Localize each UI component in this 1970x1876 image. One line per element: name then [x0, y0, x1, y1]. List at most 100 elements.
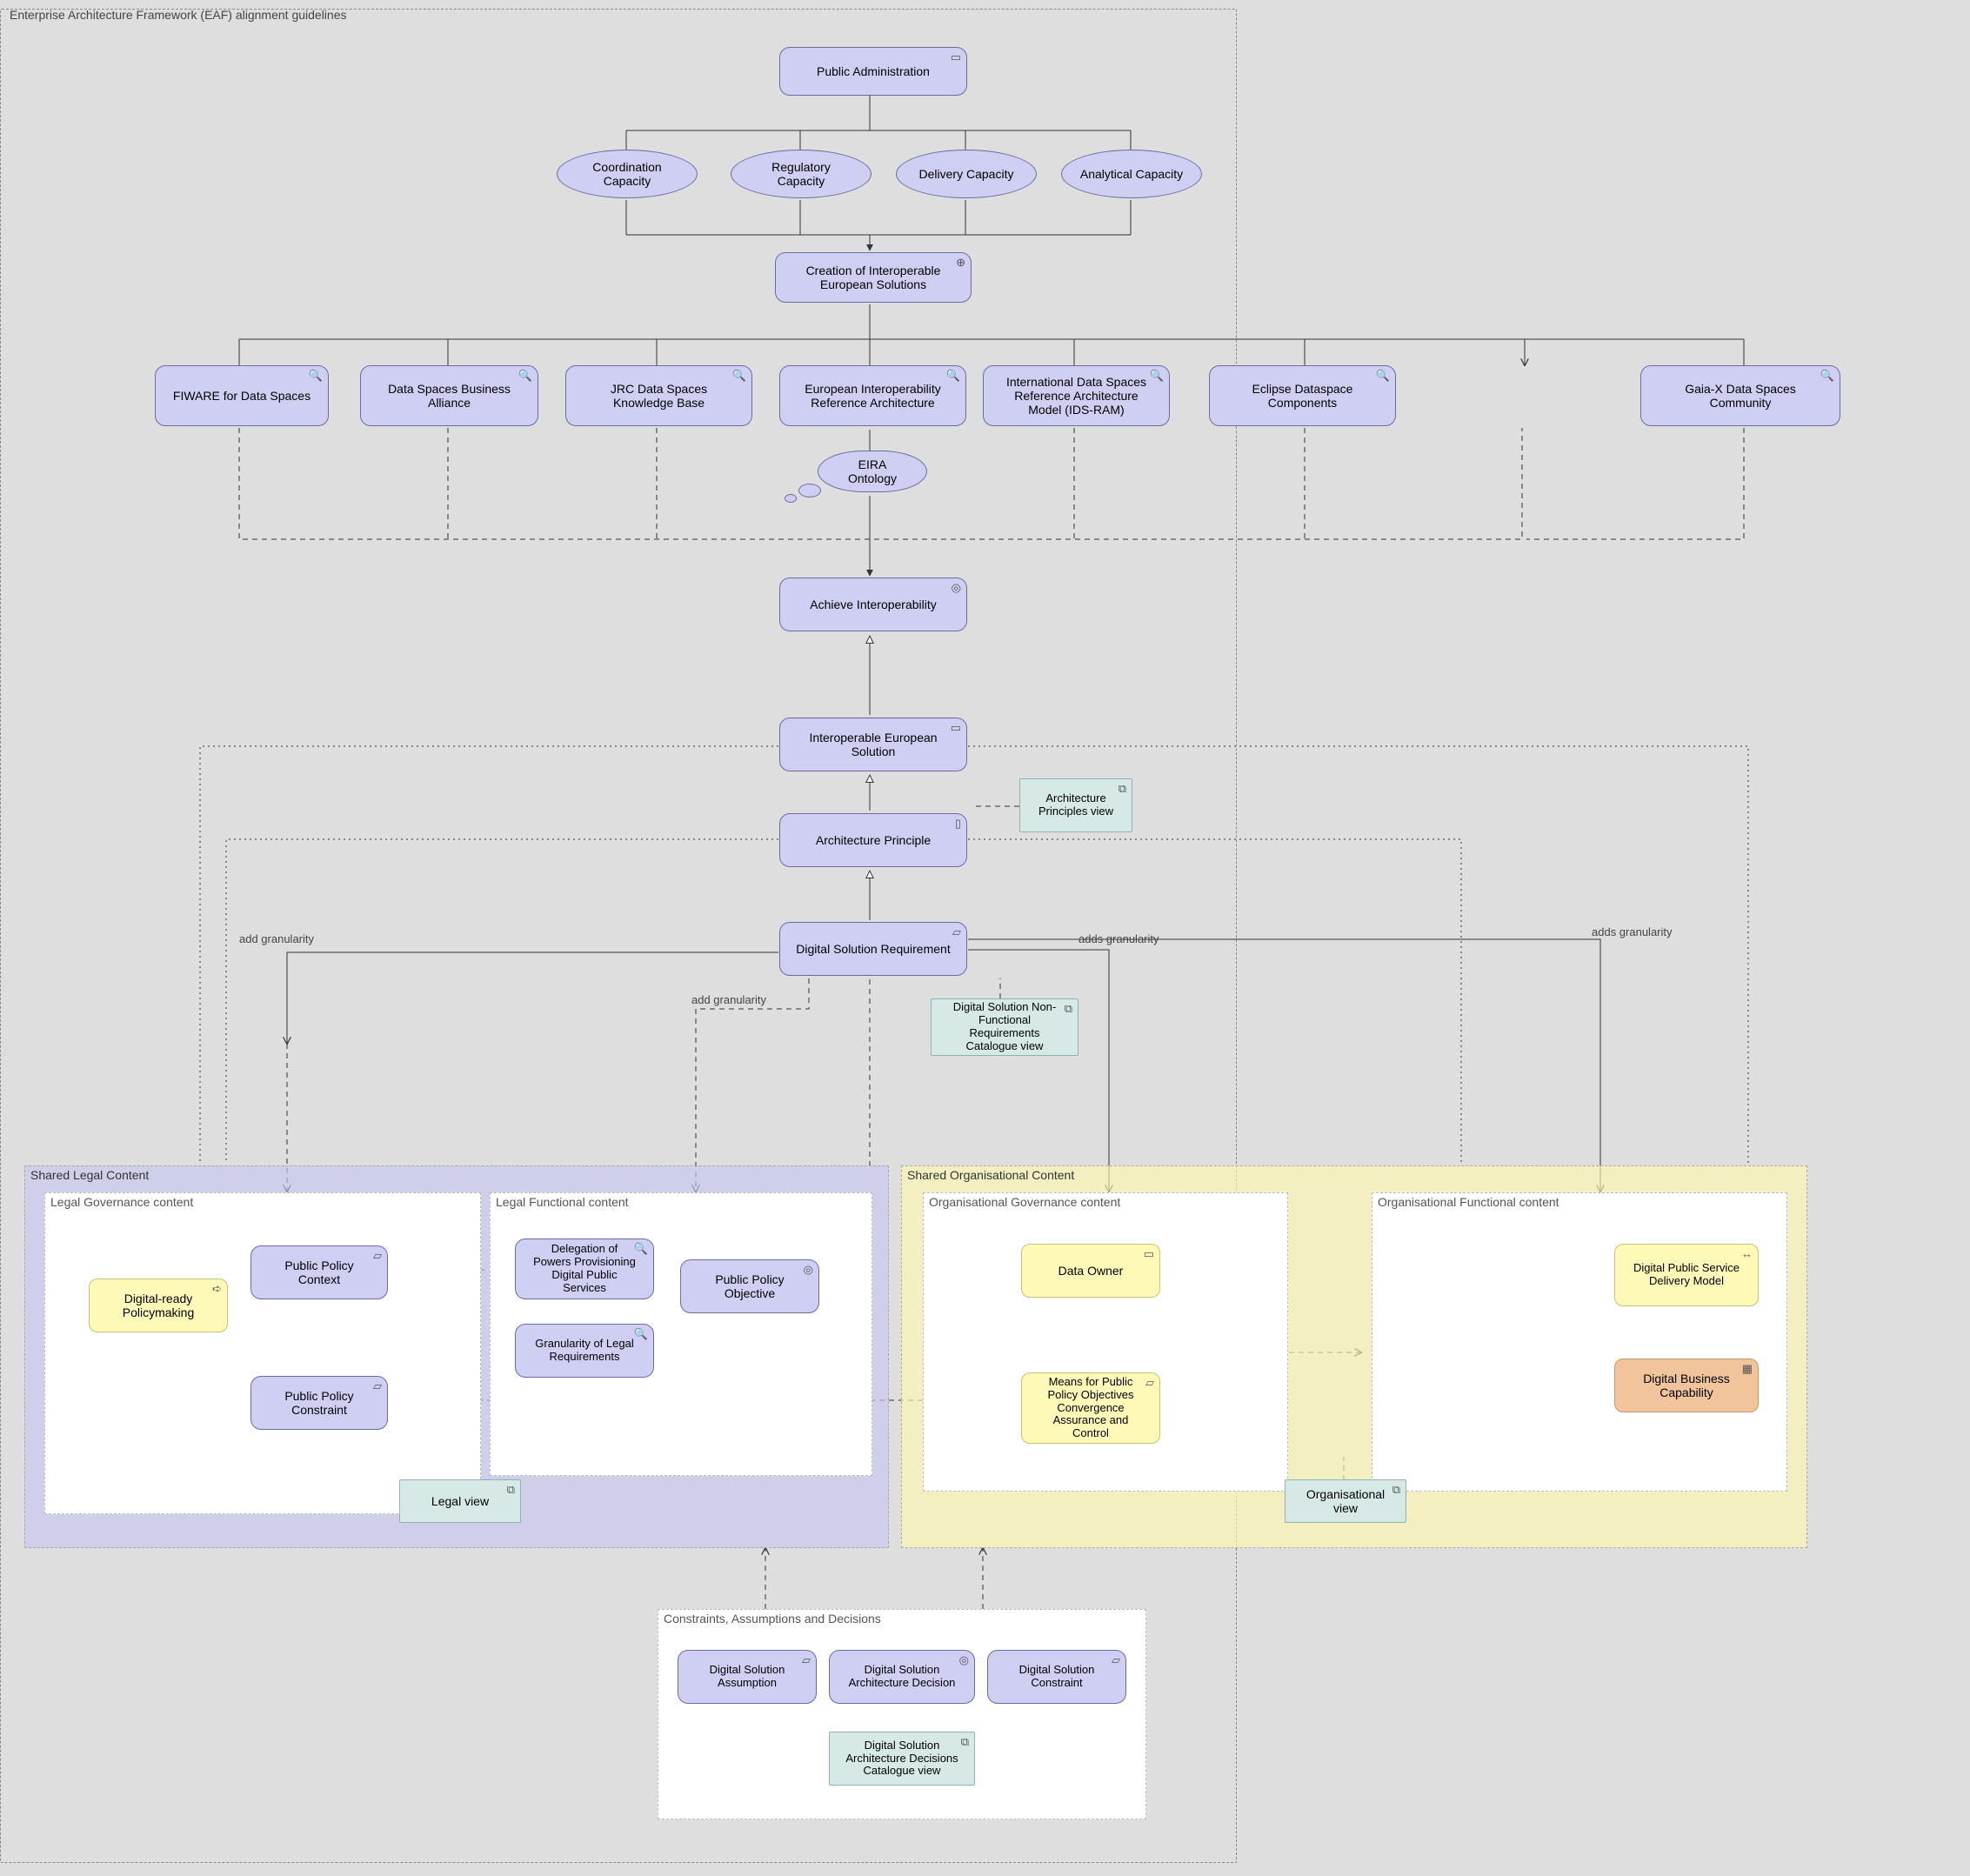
eira-ontology[interactable]: EIRA Ontology: [818, 451, 927, 492]
architecture-principle[interactable]: ▯ Architecture Principle: [779, 813, 967, 867]
data-owner[interactable]: ▭ Data Owner: [1021, 1244, 1160, 1298]
data-owner-label: Data Owner: [1038, 1264, 1144, 1278]
org-functional-panel: Organisational Functional content ↔ Digi…: [1372, 1192, 1787, 1492]
view-icon: ⧉: [961, 1736, 969, 1749]
digital-solution-constraint[interactable]: ▱ Digital Solution Constraint: [987, 1650, 1126, 1704]
doc-icon: ▱: [802, 1654, 811, 1667]
eaf-group: Enterprise Architecture Framework (EAF) …: [0, 9, 1237, 1863]
legal-functional-title: Legal Functional content: [496, 1195, 629, 1209]
diagram-canvas: Enterprise Architecture Framework (EAF) …: [0, 0, 1970, 1876]
achieve-interop[interactable]: ◎ Achieve Interoperability: [779, 577, 967, 631]
means-convergence[interactable]: ▱ Means for Public Policy Objectives Con…: [1021, 1372, 1160, 1444]
decisions-catalogue-view[interactable]: ⧉ Digital Solution Architecture Decision…: [829, 1732, 975, 1786]
goal-icon: ◎: [959, 1654, 969, 1667]
digital-ready-policymaking[interactable]: ➪ Digital-ready Policymaking: [89, 1278, 228, 1332]
search-icon: 🔍: [1820, 370, 1834, 383]
shared-legal-title: Shared Legal Content: [30, 1168, 149, 1182]
doc-icon: ▱: [1112, 1654, 1120, 1667]
digital-business-capability[interactable]: ▦ Digital Business Capability: [1614, 1359, 1759, 1412]
fiware-label: FIWARE for Data Spaces: [171, 389, 312, 403]
analytical-capacity[interactable]: Analytical Capacity: [1061, 150, 1202, 198]
search-icon: 🔍: [634, 1328, 648, 1341]
coordination-capacity-label: Coordination Capacity: [573, 160, 681, 188]
public-policy-constraint[interactable]: ▱ Public Policy Constraint: [250, 1376, 388, 1430]
search-icon: 🔍: [518, 370, 532, 383]
view-icon: ⧉: [1119, 783, 1126, 796]
digital-solution-requirement[interactable]: ▱ Digital Solution Requirement: [779, 922, 967, 976]
composition-icon: ▭: [951, 722, 961, 735]
note-icon: ▯: [955, 818, 961, 831]
eaf-group-label: Enterprise Architecture Framework (EAF) …: [10, 8, 347, 22]
view-icon: ⧉: [507, 1484, 515, 1497]
dsba[interactable]: 🔍 Data Spaces Business Alliance: [360, 365, 538, 426]
search-icon: 🔍: [634, 1243, 648, 1256]
public-policy-objective[interactable]: ◎ Public Policy Objective: [680, 1259, 819, 1313]
edge-label-adds-granularity-1: adds granularity: [1078, 932, 1159, 945]
policymaking-label: Digital-ready Policymaking: [105, 1292, 211, 1319]
jrc[interactable]: 🔍 JRC Data Spaces Knowledge Base: [565, 365, 752, 426]
nfr-catalogue-view[interactable]: ⧉ Digital Solution Non-Functional Requir…: [931, 998, 1078, 1056]
ies[interactable]: ▭ Interoperable European Solution: [779, 718, 967, 771]
ids-ram[interactable]: 🔍 International Data Spaces Reference Ar…: [983, 365, 1170, 426]
search-icon: 🔍: [1376, 370, 1390, 383]
fiware[interactable]: 🔍 FIWARE for Data Spaces: [155, 365, 329, 426]
eira-ref-arch[interactable]: 🔍 European Interoperability Reference Ar…: [779, 365, 966, 426]
creation-ies[interactable]: ⊕ Creation of Interoperable European Sol…: [775, 252, 972, 303]
legal-view[interactable]: ⧉ Legal view: [399, 1479, 521, 1523]
granularity-legal-req[interactable]: 🔍 Granularity of Legal Requirements: [515, 1324, 654, 1378]
org-governance-panel: Organisational Governance content ▭ Data…: [923, 1192, 1288, 1492]
architecture-principle-label: Architecture Principle: [796, 833, 951, 847]
edge-label-add-granularity-2: add granularity: [691, 993, 766, 1006]
eclipse-dataspace-label: Eclipse Dataspace Components: [1225, 382, 1379, 410]
legal-governance-title: Legal Governance content: [50, 1195, 193, 1209]
architecture-principles-view[interactable]: ⧉ Architecture Principles view: [1019, 778, 1132, 832]
public-administration[interactable]: ▭ Public Administration: [779, 47, 967, 96]
doc-icon: ▱: [373, 1250, 382, 1263]
shared-organisational-content: Shared Organisational Content Organisati…: [901, 1165, 1807, 1548]
digital-solution-requirement-label: Digital Solution Requirement: [796, 942, 951, 956]
search-icon: 🔍: [732, 370, 746, 383]
regulatory-capacity[interactable]: Regulatory Capacity: [731, 150, 871, 198]
granularity-label: Granularity of Legal Requirements: [531, 1338, 638, 1364]
delivery-model[interactable]: ↔ Digital Public Service Delivery Model: [1614, 1244, 1759, 1306]
gaiax-community-label: Gaia-X Data Spaces Community: [1657, 382, 1824, 410]
ids-ram-label: International Data Spaces Reference Arch…: [999, 375, 1153, 417]
delegation-of-powers[interactable]: 🔍 Delegation of Powers Provisioning Digi…: [515, 1238, 654, 1299]
dsc-label: Digital Solution Constraint: [1004, 1664, 1110, 1690]
component-icon: ▭: [951, 51, 961, 64]
digital-solution-architecture-decision[interactable]: ◎ Digital Solution Architecture Decision: [829, 1650, 975, 1704]
org-governance-title: Organisational Governance content: [929, 1195, 1120, 1209]
gaiax-community[interactable]: 🔍 Gaia-X Data Spaces Community: [1640, 365, 1840, 426]
assumption-label: Digital Solution Assumption: [694, 1664, 800, 1690]
edge-label-adds-granularity-2: adds granularity: [1592, 925, 1673, 938]
interaction-icon: ↔: [1741, 1248, 1753, 1261]
digital-solution-assumption[interactable]: ▱ Digital Solution Assumption: [678, 1650, 817, 1704]
goal-icon: ◎: [804, 1264, 813, 1277]
eira-ontology-label: EIRA Ontology: [834, 457, 911, 485]
search-icon: 🔍: [1150, 370, 1164, 383]
public-policy-context[interactable]: ▱ Public Policy Context: [250, 1245, 388, 1299]
decisions-panel: Constraints, Assumptions and Decisions ▱…: [658, 1609, 1146, 1819]
decisions-title: Constraints, Assumptions and Decisions: [664, 1612, 881, 1626]
creation-ies-label: Creation of Interoperable European Solut…: [791, 264, 955, 291]
arrow-icon: ➪: [212, 1283, 222, 1296]
nfr-catalogue-view-label: Digital Solution Non-Functional Requirem…: [947, 1001, 1062, 1053]
search-icon: 🔍: [946, 370, 960, 383]
view-icon: ⧉: [1392, 1484, 1400, 1497]
coordination-capacity[interactable]: Coordination Capacity: [557, 150, 698, 198]
organisational-view[interactable]: ⧉ Organisational view: [1285, 1479, 1406, 1523]
delivery-capacity-label: Delivery Capacity: [912, 167, 1020, 181]
jrc-label: JRC Data Spaces Knowledge Base: [582, 382, 736, 410]
eclipse-dataspace[interactable]: 🔍 Eclipse Dataspace Components: [1209, 365, 1396, 426]
cloud-blob-icon: [798, 484, 821, 497]
delivery-capacity[interactable]: Delivery Capacity: [896, 150, 1037, 198]
analytical-capacity-label: Analytical Capacity: [1078, 167, 1185, 181]
legal-functional-panel: Legal Functional content 🔍 Delegation of…: [490, 1192, 872, 1476]
shared-legal-content: Shared Legal Content Legal Governance co…: [24, 1165, 889, 1548]
public-administration-label: Public Administration: [796, 64, 951, 78]
means-label: Means for Public Policy Objectives Conve…: [1038, 1376, 1144, 1441]
view-icon: ⧉: [1065, 1003, 1072, 1016]
delegation-label: Delegation of Powers Provisioning Digita…: [531, 1243, 638, 1295]
search-icon: 🔍: [309, 370, 323, 383]
policy-context-label: Public Policy Context: [267, 1258, 371, 1286]
